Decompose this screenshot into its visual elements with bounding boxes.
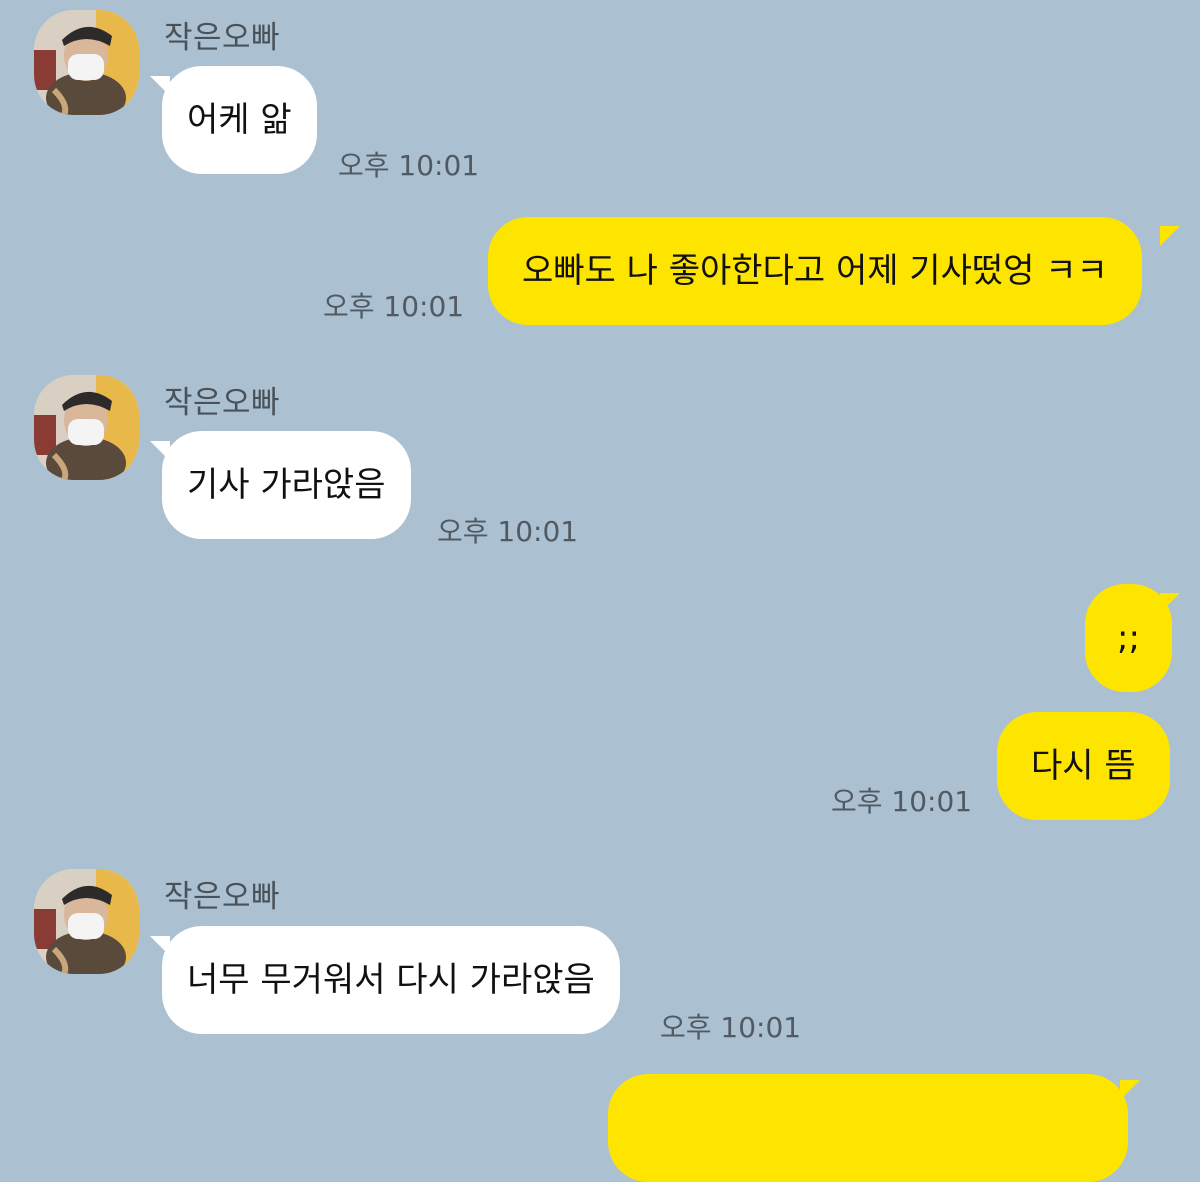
message-timestamp: 오후 10:01 xyxy=(338,149,480,182)
message-timestamp: 오후 10:01 xyxy=(323,290,465,323)
sender-avatar[interactable] xyxy=(34,375,139,480)
profile-photo-icon xyxy=(34,869,139,974)
sender-name: 작은오빠 xyxy=(164,20,281,56)
incoming-message-bubble[interactable]: 어케 앎 xyxy=(162,66,317,174)
bubble-tail xyxy=(1160,226,1180,246)
message-timestamp: 오후 10:01 xyxy=(660,1011,802,1044)
outgoing-message-bubble[interactable]: 오빠도 나 좋아한다고 어제 기사떴엉 ㅋㅋ xyxy=(488,217,1142,325)
outgoing-message-bubble[interactable]: 다시 뜸 xyxy=(997,712,1170,820)
outgoing-message-bubble[interactable]: ;; xyxy=(1085,584,1172,692)
profile-photo-icon xyxy=(34,375,139,480)
profile-photo-icon xyxy=(34,10,139,115)
incoming-message-bubble[interactable]: 너무 무거워서 다시 가라앉음 xyxy=(162,926,620,1034)
sender-avatar[interactable] xyxy=(34,869,139,974)
message-timestamp: 오후 10:01 xyxy=(437,515,579,548)
message-timestamp: 오후 10:01 xyxy=(831,785,973,818)
outgoing-message-bubble-partial[interactable] xyxy=(608,1074,1128,1182)
sender-avatar[interactable] xyxy=(34,10,139,115)
bubble-tail xyxy=(1160,593,1180,613)
sender-name: 작은오빠 xyxy=(164,385,281,421)
sender-name: 작은오빠 xyxy=(164,879,281,915)
bubble-tail xyxy=(1120,1080,1140,1100)
incoming-message-bubble[interactable]: 기사 가라앉음 xyxy=(162,431,411,539)
